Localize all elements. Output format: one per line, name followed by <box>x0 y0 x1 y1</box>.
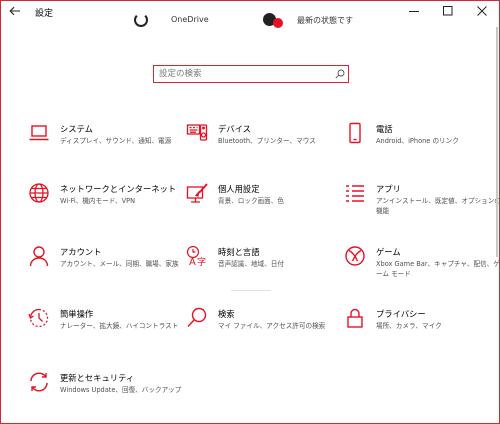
tile-apps[interactable]: アプリ アンインストール、既定値、オプションの機能 <box>339 182 499 230</box>
svg-text:A: A <box>189 257 196 267</box>
onedrive-label: OneDrive <box>171 15 209 24</box>
tile-phone[interactable]: 電話 Android、iPhone のリンク <box>339 122 489 170</box>
tile-description: Wi-Fi、機内モード、VPN <box>60 197 136 205</box>
tile-search[interactable]: 検索 マイ ファイル、アクセス許可の検索 <box>181 307 331 355</box>
tile-update-security[interactable]: 更新とセキュリティ Windows Update、回復、バックアップ <box>23 371 181 419</box>
tile-description: 場所、カメラ、マイク <box>376 322 442 330</box>
tile-name: 簡単操作 <box>60 309 94 319</box>
tile-personalization[interactable]: 個人用設定 背景、ロック画面、色 <box>181 182 331 230</box>
tile-name: 電話 <box>376 124 393 134</box>
tile-name: ネットワークとインターネット <box>60 184 177 194</box>
tile-name: 更新とセキュリティ <box>60 373 135 383</box>
tile-name: アプリ <box>376 184 401 194</box>
xbox-icon <box>344 245 366 267</box>
ease-of-access-icon <box>28 307 50 329</box>
apps-list-icon <box>344 182 366 204</box>
tile-description: Android、iPhone のリンク <box>376 137 459 145</box>
settings-search[interactable] <box>153 65 349 83</box>
tile-name: デバイス <box>218 124 251 134</box>
tile-description: ディスプレイ、サウンド、通知、電源 <box>60 137 172 145</box>
phone-icon <box>344 122 366 144</box>
scrollbar-thumb[interactable] <box>496 27 498 257</box>
time-language-icon: A字 <box>186 245 208 267</box>
tile-accounts[interactable]: アカウント アカウント、メール、同期、職場、家族 <box>23 245 179 293</box>
search-input[interactable] <box>154 67 332 81</box>
tile-name: アカウント <box>60 247 102 257</box>
person-icon <box>28 245 50 267</box>
update-status-label: 最新の状態です <box>297 16 353 25</box>
divider <box>231 290 271 291</box>
laptop-icon <box>28 122 50 144</box>
tile-name: プライバシー <box>376 309 426 319</box>
tile-description: Xbox Game Bar、キャプチャ、配信、ゲーム モード <box>376 260 500 278</box>
tile-description: 音声認識、地域、日付 <box>218 260 284 268</box>
paint-brush-icon <box>186 182 208 204</box>
tile-time-language[interactable]: A字 時刻と言語 音声認識、地域、日付 <box>181 245 331 293</box>
tile-name: ゲーム <box>376 247 401 257</box>
update-badge <box>273 18 283 28</box>
tile-gaming[interactable]: ゲーム Xbox Game Bar、キャプチャ、配信、ゲーム モード <box>339 245 499 293</box>
svg-text:字: 字 <box>197 256 206 267</box>
account-header-strip: OneDrive 最新の状態です <box>1 13 499 29</box>
tile-ease-of-access[interactable]: 簡単操作 ナレーター、拡大鏡、ハイコントラスト <box>23 307 178 355</box>
tile-description: アンインストール、既定値、オプションの機能 <box>376 197 500 215</box>
tile-description: Windows Update、回復、バックアップ <box>60 386 182 394</box>
tile-description: 背景、ロック画面、色 <box>218 197 284 205</box>
search-icon[interactable] <box>332 66 348 82</box>
sync-arrows-icon <box>28 371 50 393</box>
tile-system[interactable]: システム ディスプレイ、サウンド、通知、電源 <box>23 122 173 170</box>
tile-description: ナレーター、拡大鏡、ハイコントラスト <box>60 322 179 330</box>
settings-window: 設定 OneDrive 最新の状態です システム ディ <box>0 0 500 424</box>
tile-name: 個人用設定 <box>218 184 260 194</box>
lock-icon <box>344 307 366 329</box>
tile-network[interactable]: ネットワークとインターネット Wi-Fi、機内モード、VPN <box>23 182 177 230</box>
tile-description: マイ ファイル、アクセス許可の検索 <box>218 322 326 330</box>
tile-description: Bluetooth、プリンター、マウス <box>218 137 316 145</box>
keyboard-speaker-icon <box>186 122 208 144</box>
tile-name: システム <box>60 124 93 134</box>
tile-privacy[interactable]: プライバシー 場所、カメラ、マイク <box>339 307 489 355</box>
search-magnifier-icon <box>186 307 208 329</box>
tile-name: 時刻と言語 <box>218 247 260 257</box>
onedrive-status-icon <box>134 13 148 27</box>
tile-description: アカウント、メール、同期、職場、家族 <box>60 260 179 268</box>
globe-icon <box>28 182 50 204</box>
tile-name: 検索 <box>218 309 235 319</box>
tile-devices[interactable]: デバイス Bluetooth、プリンター、マウス <box>181 122 331 170</box>
